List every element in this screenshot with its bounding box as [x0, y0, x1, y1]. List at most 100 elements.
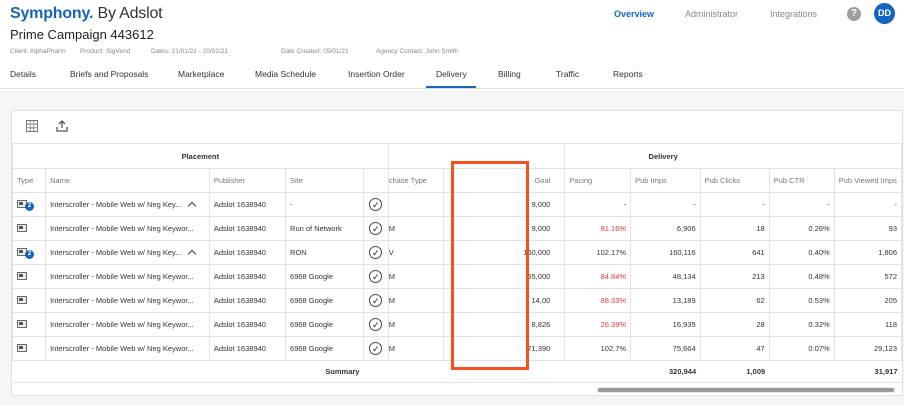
check-circle-icon[interactable]: ✓ — [369, 294, 383, 307]
select-cell: ✓ — [362, 192, 389, 217]
tab-billing[interactable]: Billing — [498, 69, 521, 79]
col-pub-clicks[interactable]: Pub Clicks — [699, 168, 770, 193]
avatar[interactable]: DD — [874, 3, 895, 24]
placement-name: Interscroller - Mobile Web w/ Neg Keywor… — [50, 320, 194, 329]
check-circle-icon[interactable]: ✓ — [369, 270, 383, 283]
tab-delivery[interactable]: Delivery — [436, 69, 467, 79]
single-type-icon — [17, 223, 31, 233]
tab-insertion-order[interactable]: Insertion Order — [348, 69, 405, 79]
pub-viewed-imps-cell: 1,806 — [833, 240, 903, 265]
export-icon[interactable] — [55, 119, 69, 133]
nav-integrations[interactable]: Integrations — [770, 9, 817, 19]
type-cell — [11, 312, 47, 337]
tab-details[interactable]: Details — [10, 69, 36, 79]
placement-name: Interscroller - Mobile Web w/ Neg Keywor… — [50, 296, 194, 305]
count-badge: 2 — [25, 249, 34, 259]
chevron-up-icon[interactable] — [187, 201, 196, 211]
purchase-type-cell: M — [387, 312, 445, 337]
publisher-cell: Adslot 1638940 — [208, 288, 287, 313]
pub-ctr-cell: 0.48% — [768, 264, 835, 289]
tab-traffic[interactable]: Traffic — [556, 69, 579, 79]
pub-imps-cell: - — [630, 192, 701, 217]
check-circle-icon[interactable]: ✓ — [369, 318, 383, 331]
tab-bar: Details Briefs and Proposals Marketplace… — [0, 64, 904, 89]
col-pub-ctr[interactable]: Pub CTR — [768, 168, 835, 193]
meta-product: Product: SigVend — [80, 48, 131, 55]
name-cell[interactable]: Interscroller - Mobile Web w/ Neg Keywor… — [45, 336, 210, 361]
placement-name: Interscroller - Mobile Web w/ Neg Key... — [50, 200, 182, 209]
col-type[interactable]: Type — [11, 168, 47, 193]
pacing-cell: 102.17% — [564, 240, 632, 265]
logo[interactable]: Symphony. By Adslot — [10, 5, 163, 23]
check-circle-icon[interactable]: ✓ — [369, 222, 383, 235]
pub-imps-cell: 6,906 — [630, 216, 701, 241]
tab-media-schedule[interactable]: Media Schedule — [255, 69, 316, 79]
type-cell — [11, 336, 47, 361]
col-pacing[interactable]: Pacing — [564, 168, 632, 193]
name-cell[interactable]: Interscroller - Mobile Web w/ Neg Keywor… — [45, 288, 210, 313]
tab-marketplace[interactable]: Marketplace — [178, 69, 224, 79]
name-cell[interactable]: Interscroller - Mobile Web w/ Neg Key... — [45, 240, 210, 265]
check-circle-icon[interactable]: ✓ — [369, 342, 383, 355]
check-circle-icon[interactable]: ✓ — [369, 246, 383, 259]
check-circle-icon[interactable]: ✓ — [369, 198, 383, 211]
name-cell[interactable]: Interscroller - Mobile Web w/ Neg Keywor… — [45, 264, 210, 289]
type-cell: 2 — [11, 192, 47, 217]
site-cell: RON — [285, 240, 364, 265]
name-cell[interactable]: Interscroller - Mobile Web w/ Neg Key... — [45, 192, 210, 217]
chevron-up-icon[interactable] — [187, 249, 196, 259]
meta-dates: Dates: 21/01/21 - 20/02/21 — [151, 48, 228, 55]
pub-clicks-cell: 641 — [699, 240, 770, 265]
publisher-cell: Adslot 1638940 — [208, 336, 287, 361]
pacing-cell: - — [564, 192, 632, 217]
select-cell: ✓ — [362, 312, 389, 337]
select-cell: ✓ — [362, 240, 389, 265]
col-pub-imps[interactable]: Pub Imps — [630, 168, 701, 193]
multi-type-icon: 2 — [17, 247, 34, 259]
pub-clicks-cell: 18 — [699, 216, 770, 241]
tab-reports[interactable]: Reports — [613, 69, 643, 79]
pub-viewed-imps-cell: 118 — [833, 312, 903, 337]
placement-name: Interscroller - Mobile Web w/ Neg Keywor… — [50, 344, 194, 353]
nav-administrator[interactable]: Administrator — [685, 9, 738, 19]
pacing-cell: 26.39% — [564, 312, 632, 337]
grid-icon[interactable] — [25, 119, 39, 133]
pub-imps-cell: 13,189 — [630, 288, 701, 313]
pub-viewed-imps-cell: 93 — [833, 216, 903, 241]
type-cell — [11, 216, 47, 241]
summary-pub-clicks: 1,009 — [700, 360, 770, 383]
purchase-type-cell: M — [387, 336, 445, 361]
col-publisher[interactable]: Publisher — [208, 168, 287, 193]
pub-imps-cell: 48,134 — [630, 264, 701, 289]
top-bar: Symphony. By Adslot Overview Administrat… — [0, 0, 904, 28]
pub-viewed-imps-cell: 205 — [833, 288, 903, 313]
site-cell: - — [285, 192, 364, 217]
publisher-cell: Adslot 1638940 — [208, 312, 287, 337]
select-cell: ✓ — [362, 264, 389, 289]
package-type-icon: 2 — [17, 199, 34, 211]
single-type-icon — [17, 295, 31, 305]
group-header-placement: Placement — [12, 143, 389, 169]
pub-clicks-cell: 28 — [699, 312, 770, 337]
summary-pub-viewed-imps: 31,917 — [834, 360, 902, 383]
col-site[interactable]: Site — [285, 168, 364, 193]
single-type-icon — [17, 319, 31, 329]
goal-column-highlight — [451, 161, 529, 370]
pub-clicks-cell: 62 — [699, 288, 770, 313]
col-pub-viewed-imps[interactable]: Pub Viewed Imps — [833, 168, 903, 193]
help-icon[interactable]: ? — [847, 7, 861, 21]
pacing-cell: 88.33% — [564, 288, 632, 313]
summary-pub-imps: 320,944 — [630, 360, 701, 383]
site-cell: 6968 Google — [285, 336, 364, 361]
col-purchase-type[interactable]: chase Type — [387, 168, 445, 193]
pub-ctr-cell: 0.40% — [768, 240, 835, 265]
name-cell[interactable]: Interscroller - Mobile Web w/ Neg Keywor… — [45, 216, 210, 241]
pub-viewed-imps-cell: 29,123 — [833, 336, 903, 361]
name-cell[interactable]: Interscroller - Mobile Web w/ Neg Keywor… — [45, 312, 210, 337]
tab-briefs-and-proposals[interactable]: Briefs and Proposals — [70, 69, 148, 79]
nav-overview[interactable]: Overview — [614, 9, 654, 19]
site-cell: 6968 Google — [285, 288, 364, 313]
horizontal-scrollbar-thumb[interactable] — [598, 388, 894, 392]
type-cell — [11, 288, 47, 313]
col-name[interactable]: Name — [45, 168, 210, 193]
